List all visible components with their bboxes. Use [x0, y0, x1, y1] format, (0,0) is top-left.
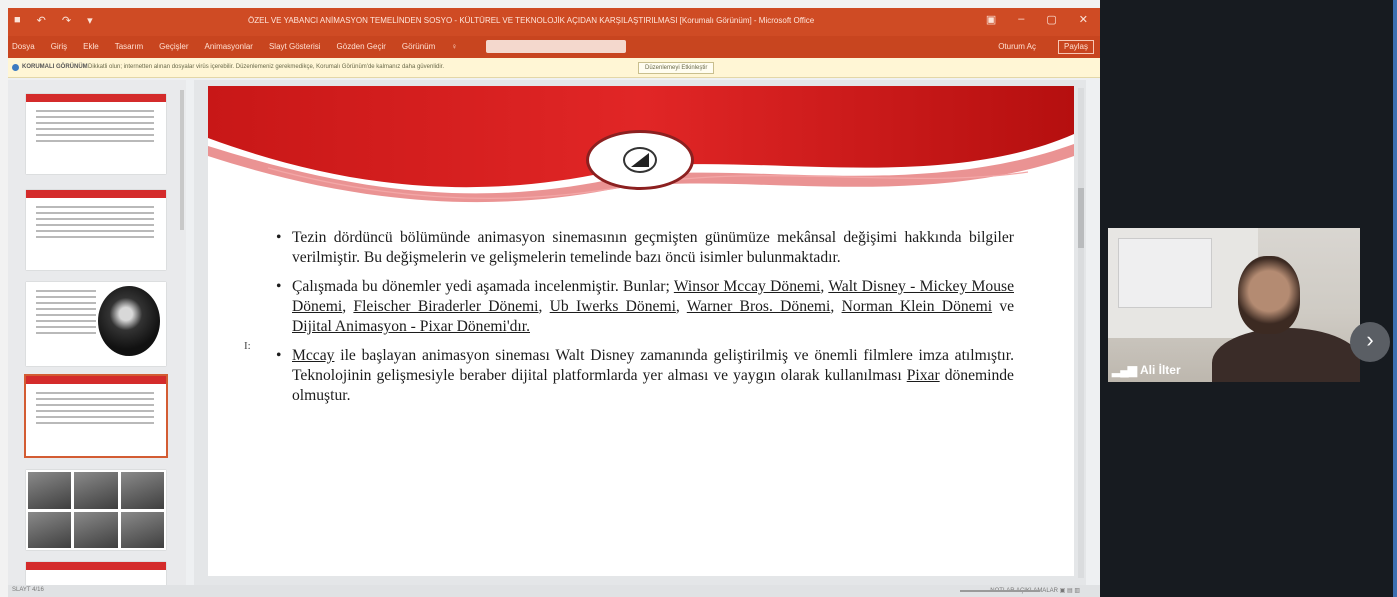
bullet-text: Çalışmada bu dönemler yedi aşamada incel…	[292, 278, 670, 295]
thumbnail-text	[36, 290, 96, 338]
slide-scrollbar-thumb[interactable]	[1078, 188, 1084, 248]
participant-head	[1238, 256, 1300, 334]
mccay-name: Mccay	[292, 347, 335, 364]
thumbnail-text	[36, 206, 154, 242]
status-bar: SLAYT 4/16 NOTLAR AÇIKLAMALAR ▣ ▤ ▥	[8, 585, 1100, 597]
thumbnails-scrollbar[interactable]	[180, 90, 184, 230]
tab-transitions[interactable]: Geçişler	[159, 42, 188, 51]
period-link: Norman Klein Dönemi	[841, 298, 993, 315]
thumbnail-photo	[98, 286, 160, 356]
period-link: Fleischer Biraderler Dönemi	[353, 298, 539, 315]
participant-name: Ali İlter	[1139, 363, 1181, 377]
tab-slideshow[interactable]: Slayt Gösterisi	[269, 42, 321, 51]
bullet-suffix: 'dır.	[506, 318, 530, 335]
bullet-text: ile başlayan animasyon sineması Walt Dis…	[292, 347, 1014, 384]
ribbon-tabs: Dosya Giriş Ekle Tasarım Geçişler Animas…	[8, 36, 1100, 58]
zoom-slider[interactable]	[960, 590, 1040, 592]
bullet-text: Tezin dördüncü bölümünde animasyon sinem…	[292, 229, 1014, 266]
thumbnail-banner	[26, 190, 166, 198]
period-link: Ub Iwerks Dönemi	[549, 298, 676, 315]
tab-insert[interactable]: Ekle	[83, 42, 99, 51]
slide-marker: I:	[244, 340, 251, 352]
thumbnail-text	[36, 392, 154, 428]
slide-counter: SLAYT 4/16	[12, 587, 44, 593]
slide-body: Tezin dördüncü bölümünde animasyon sinem…	[276, 228, 1014, 415]
bullet-item: Çalışmada bu dönemler yedi aşamada incel…	[276, 277, 1014, 337]
thumbnail-banner	[26, 94, 166, 102]
meeting-panel: ▂▄▆ Ali İlter ›	[1100, 0, 1397, 597]
slide-thumbnails-panel	[8, 80, 186, 592]
slide-thumbnail[interactable]	[26, 190, 166, 270]
tell-me-icon[interactable]: ♀	[451, 42, 457, 51]
tab-home[interactable]: Giriş	[51, 42, 67, 51]
slide-thumbnail[interactable]	[26, 282, 166, 366]
slide-scrollbar[interactable]	[1078, 88, 1084, 578]
wall-frame	[1118, 238, 1212, 308]
undo-icon[interactable]: ↶	[37, 14, 46, 27]
participant-label: ▂▄▆ Ali İlter	[1112, 363, 1181, 377]
thumbnail-photo-grid	[28, 472, 164, 548]
protected-view-bar: KORUMALI GÖRÜNÜM Dikkatli olun; internet…	[8, 58, 1100, 78]
signal-bars-icon: ▂▄▆	[1112, 363, 1137, 377]
thumbnail-banner	[26, 376, 166, 384]
thumbnail-banner	[26, 562, 166, 570]
window-controls: ▣ – ▢ ✕	[986, 13, 1088, 26]
minimize-icon[interactable]: –	[1018, 13, 1024, 26]
pixar-name: Pixar	[906, 367, 940, 384]
bullet-item: Mccay ile başlayan animasyon sineması Wa…	[276, 346, 1014, 406]
thumbnail-text	[36, 110, 154, 146]
slide-editor: I: Tezin dördüncü bölümünde animasyon si…	[194, 80, 1086, 585]
tell-me-input[interactable]	[486, 40, 626, 53]
tab-review[interactable]: Gözden Geçir	[337, 42, 386, 51]
logo-emblem	[623, 147, 657, 173]
screen: ■ ↶ ↷ ▾ ÖZEL VE YABANCI ANİMASYON TEMELİ…	[0, 0, 1397, 597]
period-link: Winsor Mccay Dönemi	[673, 278, 821, 295]
maximize-icon[interactable]: ▢	[1046, 13, 1056, 26]
powerpoint-window: ■ ↶ ↷ ▾ ÖZEL VE YABANCI ANİMASYON TEMELİ…	[8, 8, 1100, 597]
sign-in-link[interactable]: Oturum Aç	[998, 42, 1036, 51]
ribbon-display-icon[interactable]: ▣	[986, 13, 996, 26]
window-edge	[1393, 0, 1397, 597]
university-logo	[586, 130, 694, 190]
share-button[interactable]: Paylaş	[1057, 40, 1094, 54]
next-page-button[interactable]: ›	[1350, 322, 1390, 362]
slide-thumbnail-selected[interactable]	[24, 374, 168, 458]
period-link: Dijital Animasyon - Pixar Dönemi	[292, 318, 507, 335]
redo-icon[interactable]: ↷	[62, 14, 71, 27]
slide-thumbnail[interactable]	[26, 94, 166, 174]
title-bar: ■ ↶ ↷ ▾ ÖZEL VE YABANCI ANİMASYON TEMELİ…	[8, 8, 1100, 36]
info-icon	[12, 64, 19, 71]
tab-view[interactable]: Görünüm	[402, 42, 435, 51]
bullet-item: Tezin dördüncü bölümünde animasyon sinem…	[276, 228, 1014, 268]
participant-video[interactable]: ▂▄▆ Ali İlter	[1108, 228, 1360, 382]
slide-thumbnail[interactable]	[26, 470, 166, 550]
tab-file[interactable]: Dosya	[12, 42, 35, 51]
ribbon-tab-list: Dosya Giriş Ekle Tasarım Geçişler Animas…	[12, 42, 457, 51]
quick-access-toolbar: ■ ↶ ↷ ▾	[14, 14, 93, 27]
close-icon[interactable]: ✕	[1079, 13, 1088, 26]
protected-view-label: KORUMALI GÖRÜNÜM	[22, 64, 88, 70]
enable-editing-button[interactable]: Düzenlemeyi Etkinleştir	[638, 62, 715, 74]
current-slide: I: Tezin dördüncü bölümünde animasyon si…	[208, 86, 1074, 576]
period-link: Warner Bros. Dönemi	[686, 298, 831, 315]
save-icon[interactable]: ■	[14, 14, 21, 27]
tab-design[interactable]: Tasarım	[115, 42, 143, 51]
protected-view-message: Dikkatli olun; internetten alınan dosyal…	[88, 64, 444, 70]
tab-animations[interactable]: Animasyonlar	[205, 42, 253, 51]
window-title: ÖZEL VE YABANCI ANİMASYON TEMELİNDEN SOS…	[248, 16, 815, 25]
customize-icon[interactable]: ▾	[87, 14, 93, 27]
